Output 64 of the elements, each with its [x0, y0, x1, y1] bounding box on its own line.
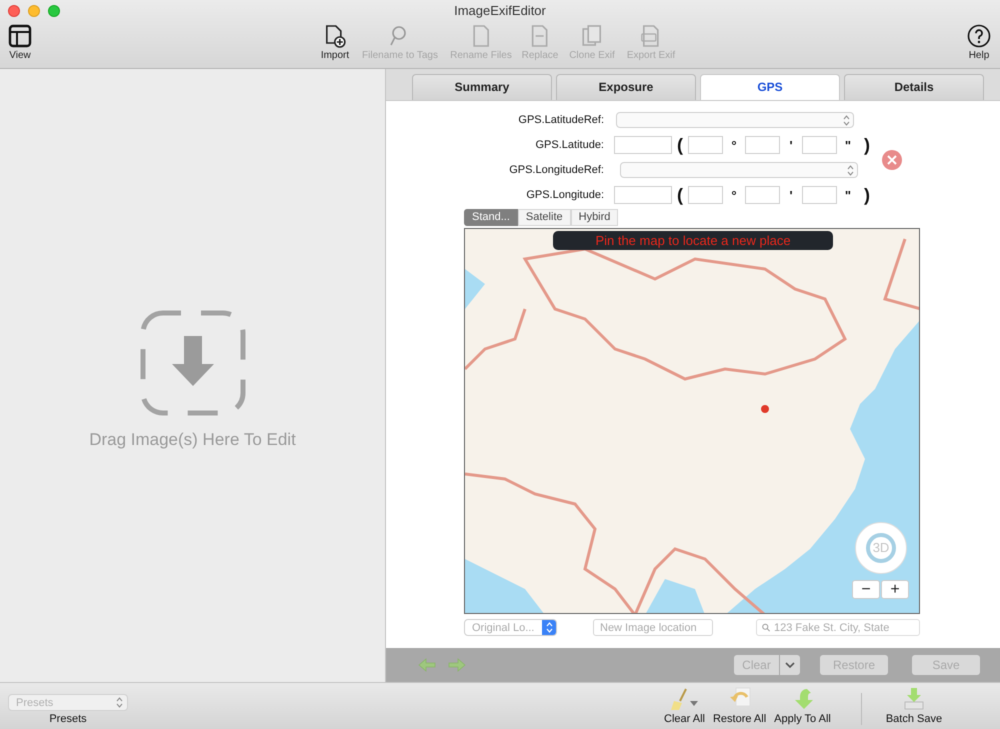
view-button[interactable]: View	[8, 24, 32, 61]
help-button[interactable]: Help	[967, 24, 991, 61]
field-label: GPS.LatitudeRef:	[517, 114, 605, 126]
layout-icon	[8, 24, 32, 48]
left-arrow-icon[interactable]	[418, 658, 436, 672]
unit-symbol: °	[730, 138, 738, 153]
tab[interactable]: Summary	[412, 74, 552, 100]
delete-icon	[881, 148, 903, 171]
updown-icon	[116, 697, 123, 708]
field-label: GPS.LongitudeRef:	[508, 164, 605, 176]
download-icon	[140, 310, 246, 416]
tab[interactable]: Exposure	[556, 74, 696, 100]
presets-label: Presets	[49, 713, 87, 725]
updown-icon	[546, 622, 552, 634]
minimize-button[interactable]	[28, 5, 40, 17]
unit-symbol: '	[788, 188, 794, 203]
input-field[interactable]	[745, 186, 780, 204]
segment-button[interactable]: Satelite	[518, 208, 571, 226]
tab[interactable]: Details	[844, 74, 984, 100]
input-field[interactable]	[688, 186, 723, 204]
copy-icon	[580, 24, 604, 48]
right-arrow-icon[interactable]	[448, 658, 466, 672]
dropdown[interactable]	[616, 112, 854, 128]
bracket: )	[864, 134, 870, 156]
bracket: )	[864, 184, 870, 206]
unit-symbol: '	[788, 138, 794, 153]
field-label: GPS.Longitude:	[525, 189, 605, 202]
restore-all-button[interactable]: Restore All	[712, 687, 766, 725]
tab[interactable]: GPS	[700, 74, 840, 100]
unit-symbol: °	[730, 188, 738, 203]
segment-button[interactable]: Stand...	[464, 208, 518, 226]
input-field[interactable]	[614, 136, 672, 154]
search-field[interactable]: 123 Fake St. City, State	[756, 619, 920, 636]
input-field[interactable]	[802, 186, 837, 204]
input-field[interactable]	[688, 136, 723, 154]
window-title: ImageExifEditor	[454, 3, 546, 18]
unit-symbol: "	[844, 138, 852, 153]
close-button[interactable]	[8, 5, 20, 17]
broom-icon	[668, 687, 700, 711]
unit-symbol: "	[844, 188, 852, 203]
apply-to-all-button[interactable]: Apply To All	[774, 687, 831, 725]
input-field[interactable]	[745, 136, 780, 154]
help-icon	[967, 24, 991, 48]
updown-icon	[843, 114, 850, 126]
bracket: (	[677, 184, 683, 206]
document-plus-icon	[323, 24, 347, 48]
zoom-out-button[interactable]: −	[852, 580, 880, 599]
search-icon	[762, 622, 770, 634]
zoom-button[interactable]	[48, 5, 60, 17]
updown-icon	[847, 164, 854, 176]
tray-download-icon	[902, 687, 926, 711]
dropdown[interactable]	[620, 162, 858, 178]
batch-save-button[interactable]: Batch Save	[886, 687, 942, 725]
new-location-field[interactable]: New Image location	[593, 619, 713, 636]
segment-button[interactable]: Hybird	[570, 208, 618, 226]
drop-hint: Drag Image(s) Here To Edit	[89, 430, 296, 450]
bracket: (	[677, 134, 683, 156]
field-label: GPS.Latitude:	[534, 139, 605, 152]
input-field[interactable]	[614, 186, 672, 204]
map-banner: Pin the map to locate a new place	[553, 230, 833, 250]
zoom-in-button[interactable]: +	[881, 580, 909, 599]
clear-all-button[interactable]: Clear All	[664, 687, 705, 725]
input-field[interactable]	[802, 136, 837, 154]
import-button[interactable]: Import	[320, 24, 350, 61]
